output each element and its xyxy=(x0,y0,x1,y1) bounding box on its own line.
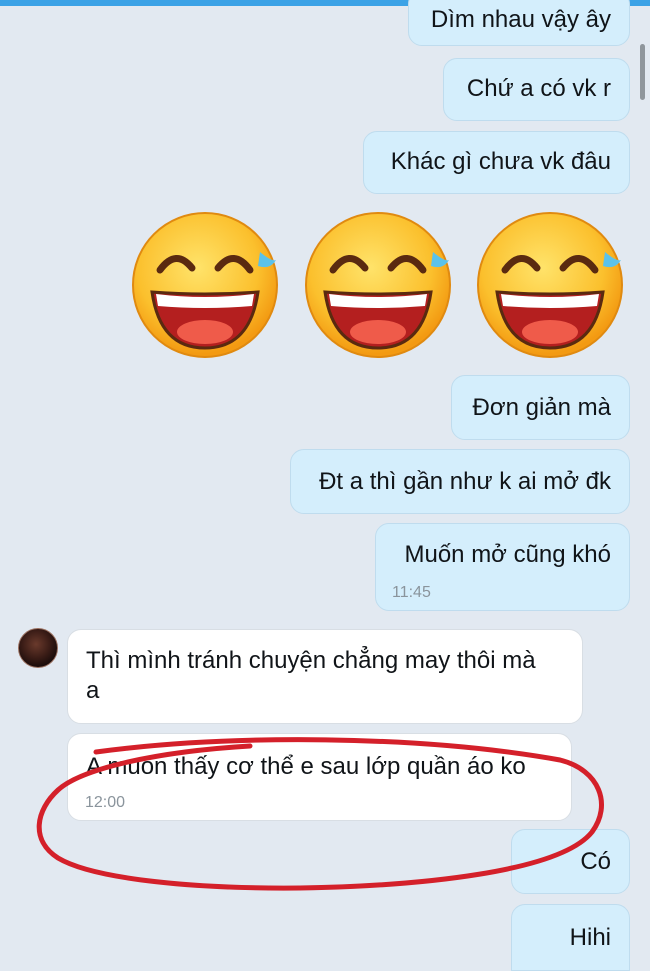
message-text: Thì mình tránh chuyện chẳng may thôi mà xyxy=(86,647,536,674)
sent-message[interactable]: Chứ a có vk r xyxy=(443,58,630,121)
scrollbar[interactable] xyxy=(640,44,645,100)
sent-message[interactable]: Có xyxy=(511,829,630,894)
received-message[interactable]: A muốn thấy cơ thể e sau lớp quần áo ko … xyxy=(67,733,572,821)
sent-message[interactable]: Khác gì chưa vk đâu xyxy=(363,131,630,194)
message-text: Có xyxy=(580,848,611,875)
message-text: Khác gì chưa vk đâu xyxy=(390,148,611,175)
message-text-continued: a xyxy=(86,677,100,704)
message-text: Đơn giản mà xyxy=(472,394,611,421)
laughing-tears-emoji xyxy=(132,212,278,358)
sent-message[interactable]: Dìm nhau vậy ây xyxy=(408,0,630,46)
message-text: Hihi xyxy=(569,924,611,951)
received-message[interactable]: Thì mình tránh chuyện chẳng may thôi mà … xyxy=(67,629,583,724)
message-timestamp: 11:45 xyxy=(392,584,431,601)
message-text: Muốn mở cũng khó xyxy=(404,541,611,568)
sent-message[interactable]: Đơn giản mà xyxy=(451,375,630,440)
laughing-tears-emoji xyxy=(305,212,451,358)
message-text: Dìm nhau vậy ây xyxy=(430,6,611,33)
message-text: Chứ a có vk r xyxy=(466,75,611,102)
sent-message[interactable]: Muốn mở cũng khó 11:45 xyxy=(375,523,630,611)
message-text: Đt a thì gần như k ai mở đk xyxy=(319,468,611,495)
contact-avatar[interactable] xyxy=(18,628,58,668)
message-text: A muốn thấy cơ thể e sau lớp quần áo ko xyxy=(86,753,526,780)
sent-message[interactable]: Đt a thì gần như k ai mở đk xyxy=(290,449,630,514)
sent-message[interactable]: Hihi xyxy=(511,904,630,971)
laughing-tears-emoji xyxy=(477,212,623,358)
message-timestamp: 12:00 xyxy=(85,794,126,811)
